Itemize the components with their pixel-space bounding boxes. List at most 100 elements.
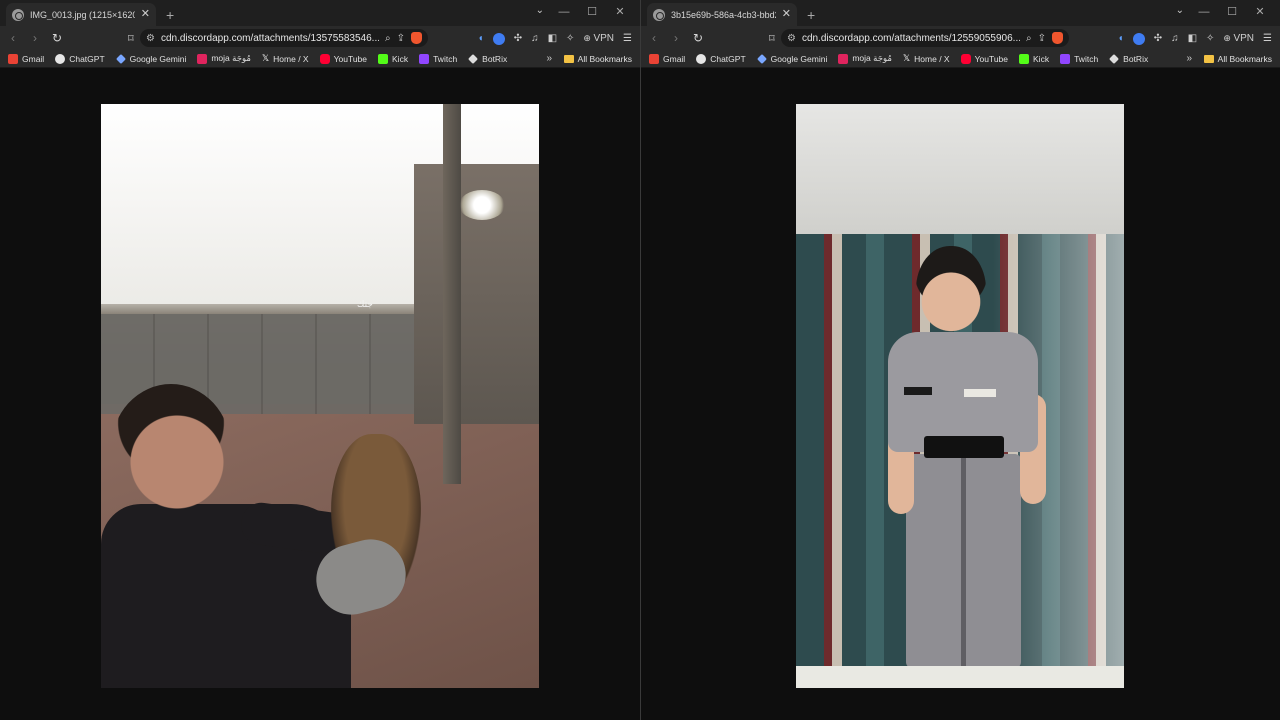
bookmark-label: Twitch xyxy=(433,53,458,64)
bookmark-label: ChatGPT xyxy=(69,53,105,64)
tab-image[interactable]: 3b15e69b-586a-4cb3-bbd2-51... ✕ xyxy=(647,3,797,26)
photo-boy-pants xyxy=(906,454,1021,668)
bookmark-label: Gmail xyxy=(22,53,45,64)
reload-button[interactable]: ↻ xyxy=(691,31,705,45)
new-tab-button[interactable]: + xyxy=(166,8,174,22)
maximize-button[interactable]: ☐ xyxy=(578,4,606,20)
bookmark-gemini[interactable]: Google Gemini xyxy=(756,53,828,64)
extension-icon[interactable] xyxy=(1132,32,1145,45)
chatgpt-icon xyxy=(696,53,707,64)
bookmark-twitch[interactable]: Twitch xyxy=(419,53,458,64)
menu-icon[interactable]: ☰ xyxy=(1263,31,1272,47)
bookmark-x[interactable]: 𝕏 Home / X xyxy=(903,53,950,64)
photo-wall xyxy=(796,104,1124,239)
site-settings-icon[interactable]: ⚙ xyxy=(146,33,155,44)
bookmark-label: Google Gemini xyxy=(770,53,828,64)
photo-boy-with-falcon[interactable]: جتك xyxy=(101,104,539,688)
bookmark-moja[interactable]: moja مُوجَة xyxy=(197,53,251,64)
close-window-button[interactable]: ✕ xyxy=(606,4,634,20)
bookmark-label: ChatGPT xyxy=(710,53,746,64)
all-bookmarks-button[interactable]: All Bookmarks xyxy=(1203,54,1272,64)
back-button[interactable]: ‹ xyxy=(6,31,20,45)
bookmark-twitch[interactable]: Twitch xyxy=(1060,53,1098,64)
zoom-icon[interactable]: ⌕ xyxy=(1026,33,1032,44)
bookmark-botrix[interactable]: BotRix xyxy=(1109,54,1148,64)
reload-button[interactable]: ↻ xyxy=(50,31,64,45)
bookmark-label: Home / X xyxy=(914,53,950,64)
close-window-button[interactable]: ✕ xyxy=(1246,4,1274,20)
share-icon[interactable]: ⇪ xyxy=(397,33,405,44)
close-tab-icon[interactable]: ✕ xyxy=(782,9,791,20)
vpn-label: VPN xyxy=(1233,33,1255,44)
vpn-button[interactable]: ⊕ VPN xyxy=(583,30,614,47)
back-button[interactable]: ‹ xyxy=(647,31,661,45)
sidebar-icon[interactable]: ◧ xyxy=(1188,31,1197,47)
address-bar[interactable]: ⚙ cdn.discordapp.com/attachments/1255905… xyxy=(781,29,1069,47)
bookmarks-bar: Gmail ChatGPT Google Gemini moja مُوجَة … xyxy=(641,50,1280,68)
puzzle-icon[interactable]: ✣ xyxy=(514,31,522,47)
youtube-icon xyxy=(960,53,971,64)
bookmark-x[interactable]: 𝕏 Home / X xyxy=(262,53,309,64)
new-tab-button[interactable]: + xyxy=(807,8,815,22)
brave-shields-icon[interactable] xyxy=(411,32,422,44)
audio-icon[interactable]: ◖ xyxy=(478,31,484,47)
address-bar[interactable]: ⚙ cdn.discordapp.com/attachments/1357558… xyxy=(140,29,428,47)
botrix-icon xyxy=(1109,53,1120,64)
bookmark-chatgpt[interactable]: ChatGPT xyxy=(55,53,105,64)
extension-icon[interactable] xyxy=(492,32,505,45)
tab-image[interactable]: IMG_0013.jpg (1215×1620) ✕ xyxy=(6,3,156,26)
sidebar-icon[interactable]: ◧ xyxy=(548,31,557,47)
minimize-button[interactable]: — xyxy=(1190,4,1218,20)
gmail-icon xyxy=(8,53,18,64)
bookmark-youtube[interactable]: YouTube xyxy=(960,53,1009,64)
tab-search-chevron-icon[interactable]: ⌄ xyxy=(536,5,544,16)
leo-ai-icon[interactable]: ✧ xyxy=(1206,31,1214,47)
bookmark-label: YouTube xyxy=(974,53,1009,64)
audio-icon[interactable]: ◖ xyxy=(1118,31,1124,47)
window-controls: — ☐ ✕ xyxy=(550,4,634,20)
forward-button[interactable]: › xyxy=(28,31,42,45)
music-note-icon[interactable]: ♫ xyxy=(531,31,539,47)
music-note-icon[interactable]: ♫ xyxy=(1171,31,1179,47)
bookmark-moja[interactable]: moja مُوجَة xyxy=(838,53,892,64)
page-content: جتك xyxy=(0,68,640,720)
bookmark-page-icon[interactable]: ⌑ xyxy=(128,32,134,45)
tab-search-chevron-icon[interactable]: ⌄ xyxy=(1176,5,1184,16)
forward-button[interactable]: › xyxy=(669,31,683,45)
bookmark-botrix[interactable]: BotRix xyxy=(468,54,507,64)
brave-shields-icon[interactable] xyxy=(1052,32,1063,44)
bookmark-kick[interactable]: Kick xyxy=(1019,53,1050,64)
bookmark-gmail[interactable]: Gmail xyxy=(649,53,685,64)
photo-boy-in-uniform[interactable] xyxy=(796,104,1124,688)
maximize-button[interactable]: ☐ xyxy=(1218,4,1246,20)
tab-strip: 3b15e69b-586a-4cb3-bbd2-51... ✕ + ⌄ — ☐ … xyxy=(641,0,1280,26)
more-bookmarks-icon[interactable]: » xyxy=(1186,53,1192,64)
folder-icon xyxy=(1203,54,1214,63)
bookmark-kick[interactable]: Kick xyxy=(378,53,408,64)
bookmark-gmail[interactable]: Gmail xyxy=(8,53,45,64)
bookmark-chatgpt[interactable]: ChatGPT xyxy=(696,53,746,64)
bookmark-youtube[interactable]: YouTube xyxy=(319,53,367,64)
minimize-button[interactable]: — xyxy=(550,4,578,20)
globe-icon xyxy=(12,8,24,21)
bookmark-page-icon[interactable]: ⌑ xyxy=(769,32,775,45)
zoom-icon[interactable]: ⌕ xyxy=(385,33,391,44)
vpn-button[interactable]: ⊕ VPN xyxy=(1223,30,1254,47)
bookmark-label: moja مُوجَة xyxy=(852,53,892,63)
photo-name-tag xyxy=(904,387,932,395)
bookmark-label: Kick xyxy=(1033,53,1050,64)
photo-floor xyxy=(796,666,1124,688)
all-bookmarks-button[interactable]: All Bookmarks xyxy=(563,54,632,64)
close-tab-icon[interactable]: ✕ xyxy=(141,9,150,20)
share-icon[interactable]: ⇪ xyxy=(1038,33,1046,44)
gmail-icon xyxy=(649,53,659,64)
puzzle-icon[interactable]: ✣ xyxy=(1154,31,1162,47)
globe-icon xyxy=(653,8,665,21)
menu-icon[interactable]: ☰ xyxy=(623,31,632,47)
browser-window-right: 3b15e69b-586a-4cb3-bbd2-51... ✕ + ⌄ — ☐ … xyxy=(640,0,1280,720)
toolbar-extensions: ◖ ✣ ♫ ◧ ✧ ⊕ VPN ☰ xyxy=(478,30,632,47)
site-settings-icon[interactable]: ⚙ xyxy=(787,33,796,44)
more-bookmarks-icon[interactable]: » xyxy=(546,53,552,64)
leo-ai-icon[interactable]: ✧ xyxy=(566,31,574,47)
bookmark-gemini[interactable]: Google Gemini xyxy=(115,54,186,64)
